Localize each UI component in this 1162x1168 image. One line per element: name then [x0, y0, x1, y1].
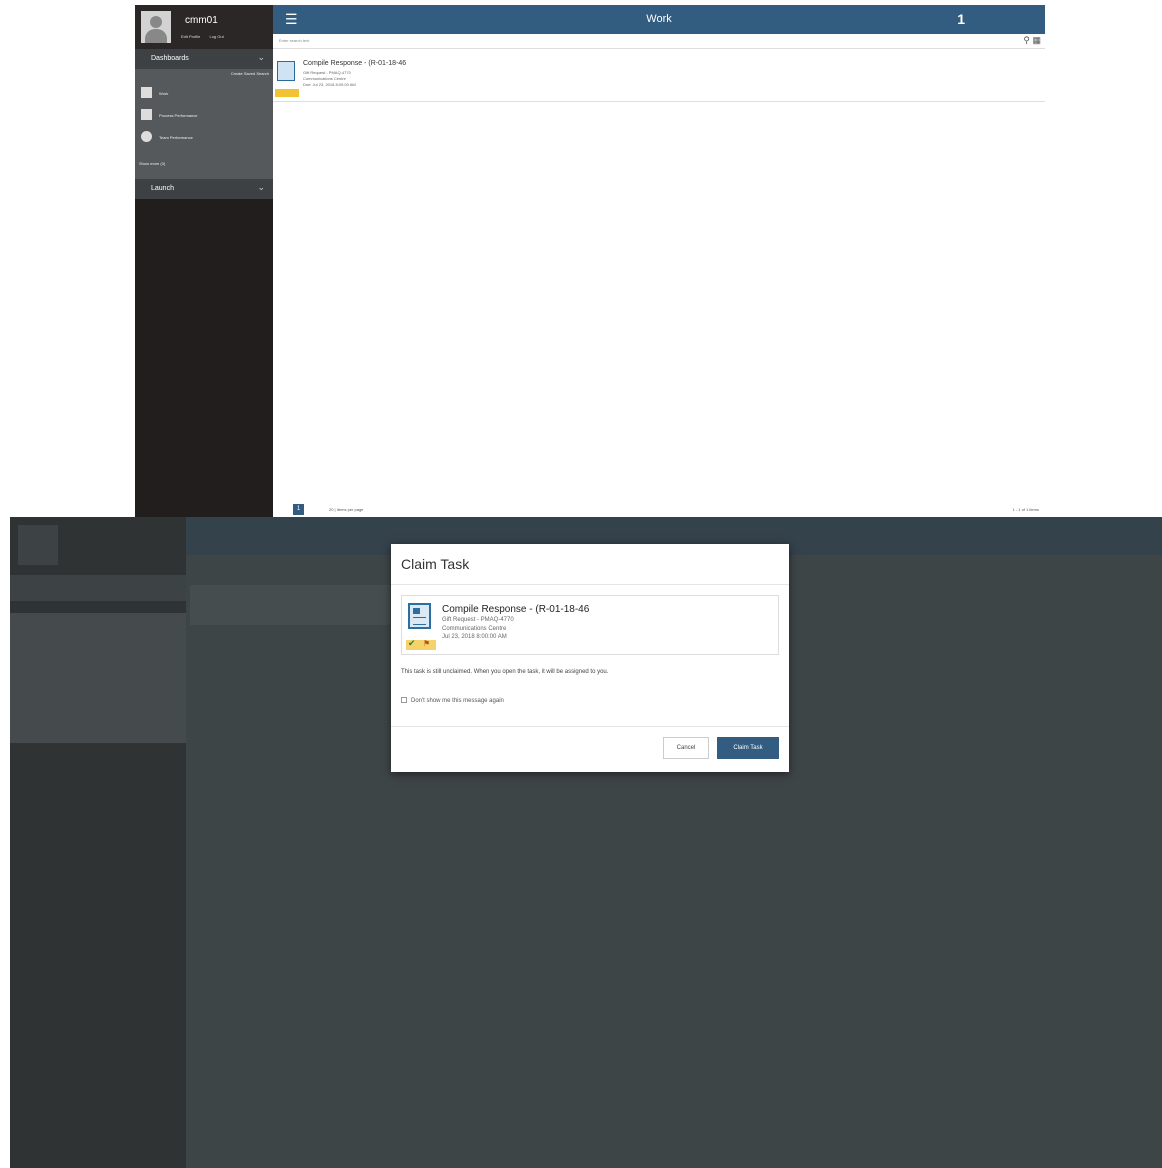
launch-label: Launch: [151, 185, 174, 192]
sidebar-item-label: Team Performance: [159, 135, 193, 140]
launch-section-header[interactable]: Launch ⌄: [135, 179, 273, 199]
chevron-down-icon: ⌄: [257, 182, 265, 192]
log-out-link[interactable]: Log Out: [209, 34, 223, 39]
edit-profile-link[interactable]: Edit Profile: [181, 34, 200, 39]
flag-icon: ⚑: [423, 639, 431, 648]
sidebar-item-label: Work: [159, 91, 169, 96]
sidebar-item-team-performance[interactable]: Team Performance: [141, 131, 269, 145]
task-list-item[interactable]: Compile Response - (R-01-18-46 Gift Requ…: [273, 57, 1045, 102]
main-content: ☰ Work 1 Enter search text ⚲ ▦ Compile R…: [273, 5, 1045, 517]
show-more-link[interactable]: Show more (3): [139, 161, 165, 166]
dont-show-again-checkbox[interactable]: Don't show me this message again: [401, 697, 504, 704]
task-due-date: Jul 23, 2018 8:00:00 AM: [442, 634, 507, 640]
task-card: ✔ ⚑ Compile Response - (R-01-18-46 Gift …: [401, 595, 779, 655]
page-title: Work: [646, 13, 672, 25]
task-due-date: Due: Jul 23, 2018 8:00:00 AM: [303, 82, 356, 87]
task-name: Compile Response - (R-01-18-46: [442, 604, 590, 615]
page-number-button[interactable]: 1: [293, 504, 304, 515]
unclaimed-message: This task is still unclaimed. When you o…: [401, 669, 609, 675]
work-icon: [141, 87, 152, 98]
avatar: [141, 11, 171, 43]
dashboards-list: Create Saved Search Work Process Perform…: [135, 69, 273, 179]
sidebar-item-process-performance[interactable]: Process Performance: [141, 109, 269, 123]
dashboards-label: Dashboards: [151, 55, 189, 62]
create-saved-search-link[interactable]: Create Saved Search: [231, 71, 269, 76]
search-icon[interactable]: ⚲: [1023, 35, 1030, 45]
sidebar: cmm01 Edit Profile Log Out Dashboards ⌄ …: [135, 5, 273, 517]
profile-area: cmm01 Edit Profile Log Out: [135, 5, 273, 49]
calendar-icon[interactable]: ▦: [1032, 35, 1041, 45]
claim-task-screen: Claim Task ✔ ⚑ Compile Response - (R-01-…: [10, 517, 1162, 1168]
task-name[interactable]: Compile Response - (R-01-18-46: [303, 60, 406, 67]
chevron-down-icon: ⌄: [257, 52, 265, 62]
divider: [391, 726, 789, 727]
team-icon: [141, 131, 152, 142]
task-subtitle: Gift Request - PMAQ-4770: [303, 70, 351, 75]
dimmed-sidebar: [10, 517, 186, 1168]
work-dashboard-screen: cmm01 Edit Profile Log Out Dashboards ⌄ …: [135, 5, 1045, 517]
dashboards-section-header[interactable]: Dashboards ⌄: [135, 49, 273, 69]
top-bar: ☰ Work 1: [273, 5, 1045, 34]
task-count: 1: [957, 11, 965, 27]
username: cmm01: [185, 15, 218, 26]
task-team: Communications Centre: [442, 626, 507, 632]
checkbox-label: Don't show me this message again: [411, 698, 504, 704]
task-subtitle: Gift Request - PMAQ-4770: [442, 617, 514, 623]
task-icon: [408, 603, 431, 629]
pagination-footer: 1 20 | Items per page 1 - 1 of 1 items: [273, 501, 1045, 517]
task-team: Communications Centre: [303, 76, 346, 81]
task-icon: [277, 61, 295, 81]
checkbox[interactable]: [401, 697, 407, 703]
claim-task-button[interactable]: Claim Task: [717, 737, 779, 759]
search-bar[interactable]: Enter search text ⚲ ▦: [273, 34, 1045, 49]
checkbox-icon: [141, 109, 152, 120]
checkmark-icon: ✔: [408, 638, 416, 648]
items-per-page[interactable]: 20 | Items per page: [329, 507, 363, 512]
divider: [391, 584, 789, 585]
claim-task-dialog: Claim Task ✔ ⚑ Compile Response - (R-01-…: [391, 544, 789, 772]
cancel-button[interactable]: Cancel: [663, 737, 709, 759]
dialog-title: Claim Task: [401, 556, 470, 572]
task-flags: ✔ ⚑: [406, 638, 436, 650]
sidebar-item-work[interactable]: Work: [141, 87, 269, 101]
sidebar-item-label: Process Performance: [159, 113, 198, 118]
items-range: 1 - 1 of 1 items: [1012, 507, 1039, 512]
search-input[interactable]: Enter search text: [279, 38, 309, 43]
task-flags: [275, 89, 299, 97]
